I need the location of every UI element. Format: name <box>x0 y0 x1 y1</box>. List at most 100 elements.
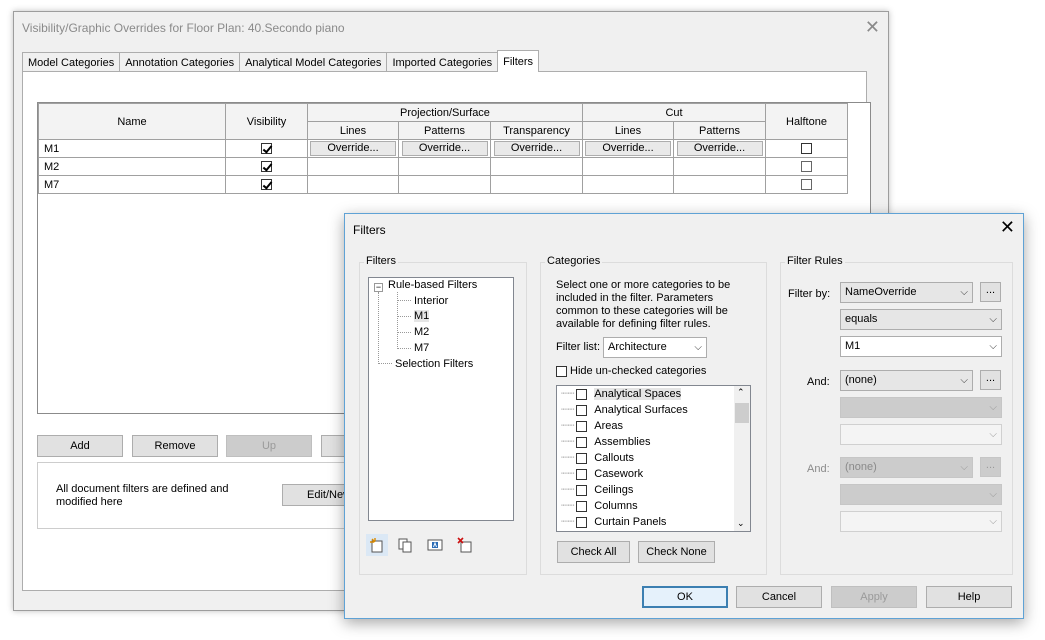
and2-value-input[interactable]: ⌵ <box>840 511 1002 532</box>
category-checkbox[interactable] <box>576 500 588 512</box>
visibility-checkbox[interactable] <box>261 143 272 155</box>
empty-cell[interactable] <box>398 175 491 194</box>
override-lines-button[interactable]: Override... <box>310 141 396 156</box>
category-checkbox[interactable] <box>576 468 588 480</box>
duplicate-filter-icon[interactable] <box>394 534 416 556</box>
category-checkbox[interactable] <box>576 452 588 464</box>
list-item[interactable]: ┈┈ Casework <box>561 467 643 482</box>
tab-model-categories[interactable]: Model Categories <box>22 52 121 72</box>
categories-scrollbar[interactable]: ⌃ ⌄ <box>734 386 750 531</box>
row-name[interactable]: M1 <box>38 139 226 158</box>
override-patterns-button[interactable]: Override... <box>401 141 488 156</box>
table-row[interactable]: M2 <box>38 157 848 176</box>
empty-cell[interactable] <box>490 157 583 176</box>
filter-list-select[interactable]: Architecture ⌵ <box>603 337 707 358</box>
empty-cell[interactable] <box>582 157 674 176</box>
hide-unchecked-checkbox[interactable] <box>556 365 567 377</box>
empty-cell[interactable] <box>307 157 399 176</box>
filter-by-more-button[interactable]: ... <box>980 282 1001 302</box>
check-all-button[interactable]: Check All <box>557 541 630 563</box>
list-item[interactable]: ┈┈ Analytical Surfaces <box>561 403 688 418</box>
list-item[interactable]: ┈┈ Assemblies <box>561 435 651 450</box>
row-name[interactable]: M2 <box>38 157 226 176</box>
tree-item-m7[interactable]: M7 <box>414 342 429 354</box>
tree-item-m1[interactable]: M1 <box>414 310 430 322</box>
empty-cell[interactable] <box>673 157 766 176</box>
tab-analytical-model-categories[interactable]: Analytical Model Categories <box>239 52 388 72</box>
delete-filter-icon[interactable] <box>454 534 476 556</box>
list-item[interactable]: ┈┈ Areas <box>561 419 623 434</box>
override-cut-patterns-button[interactable]: Override... <box>676 141 763 156</box>
tree-item-selection-filters[interactable]: Selection Filters <box>395 358 473 370</box>
and-value-input[interactable]: ⌵ <box>840 424 1002 445</box>
list-item[interactable]: ┈┈ Columns <box>561 499 638 514</box>
list-item[interactable]: ┈┈ Curtain Panels <box>561 515 666 530</box>
cancel-button[interactable]: Cancel <box>736 586 822 608</box>
add-button[interactable]: Add <box>37 435 123 457</box>
category-checkbox[interactable] <box>576 388 588 400</box>
category-checkbox[interactable] <box>576 420 588 432</box>
table-row[interactable]: M7 <box>38 175 848 194</box>
header-halftone[interactable]: Halftone <box>765 103 848 140</box>
rule-value-input[interactable]: M1 ⌵ <box>840 336 1002 357</box>
rename-filter-icon[interactable] <box>424 534 446 556</box>
ok-button[interactable]: OK <box>642 586 728 608</box>
category-checkbox[interactable] <box>576 404 588 416</box>
check-none-button[interactable]: Check None <box>638 541 715 563</box>
category-checkbox[interactable] <box>576 484 588 496</box>
filters-group-label: Filters <box>364 255 398 267</box>
chevron-down-icon[interactable]: ⌄ <box>737 518 745 529</box>
tab-filters[interactable]: Filters <box>497 50 540 72</box>
tab-annotation-categories[interactable]: Annotation Categories <box>119 52 241 72</box>
filter-by-select[interactable]: NameOverride ⌵ <box>840 282 973 303</box>
halftone-checkbox[interactable] <box>801 179 812 191</box>
scrollbar-thumb[interactable] <box>735 403 749 423</box>
empty-cell[interactable] <box>490 175 583 194</box>
and2-more-button[interactable]: ... <box>980 457 1001 477</box>
list-item[interactable]: ┈┈ Callouts <box>561 451 634 466</box>
visibility-checkbox[interactable] <box>261 161 272 173</box>
row-name[interactable]: M7 <box>38 175 226 194</box>
table-row[interactable]: M1 Override... Override... Override... O… <box>38 139 848 158</box>
and2-field-select[interactable]: (none) ⌵ <box>840 457 973 478</box>
operator-select[interactable]: equals ⌵ <box>840 309 1002 330</box>
override-cut-lines-button[interactable]: Override... <box>585 141 671 156</box>
help-button[interactable]: Help <box>926 586 1012 608</box>
chevron-down-icon: ⌵ <box>989 489 997 500</box>
halftone-checkbox[interactable] <box>801 161 812 173</box>
empty-cell[interactable] <box>582 175 674 194</box>
tab-imported-categories[interactable]: Imported Categories <box>386 52 499 72</box>
tree-root-rule-based[interactable]: Rule-based Filters <box>388 279 477 291</box>
and-operator-select[interactable]: ⌵ <box>840 397 1002 418</box>
and2-operator-select[interactable]: ⌵ <box>840 484 1002 505</box>
new-filter-icon[interactable] <box>366 534 388 556</box>
close-icon[interactable]: ✕ <box>1000 217 1015 238</box>
tree-item-interior[interactable]: Interior <box>414 295 448 307</box>
override-transparency-button[interactable]: Override... <box>493 141 580 156</box>
header-patterns: Patterns <box>398 121 491 140</box>
empty-cell[interactable] <box>307 175 399 194</box>
category-checkbox[interactable] <box>576 436 588 448</box>
visibility-checkbox[interactable] <box>261 179 272 191</box>
halftone-checkbox[interactable] <box>801 143 812 155</box>
header-visibility[interactable]: Visibility <box>225 103 308 140</box>
header-lines: Lines <box>307 121 399 140</box>
category-checkbox[interactable] <box>576 516 588 528</box>
filter-list-value: Architecture <box>608 341 667 353</box>
up-button[interactable]: Up <box>226 435 312 457</box>
list-item[interactable]: ┈┈ Analytical Spaces <box>561 387 682 402</box>
close-icon[interactable]: ✕ <box>865 17 880 38</box>
collapse-icon[interactable]: − <box>374 283 383 292</box>
and-field-select[interactable]: (none) ⌵ <box>840 370 973 391</box>
list-item[interactable]: ┈┈ Ceilings <box>561 483 633 498</box>
tree-item-m2[interactable]: M2 <box>414 326 429 338</box>
and-more-button[interactable]: ... <box>980 370 1001 390</box>
chevron-up-icon[interactable]: ⌃ <box>737 387 745 398</box>
apply-button[interactable]: Apply <box>831 586 917 608</box>
header-name[interactable]: Name <box>38 103 226 140</box>
empty-cell[interactable] <box>398 157 491 176</box>
hide-unchecked-option[interactable]: Hide un-checked categories <box>556 365 706 377</box>
empty-cell[interactable] <box>673 175 766 194</box>
remove-button[interactable]: Remove <box>132 435 218 457</box>
category-label: Callouts <box>594 452 634 464</box>
